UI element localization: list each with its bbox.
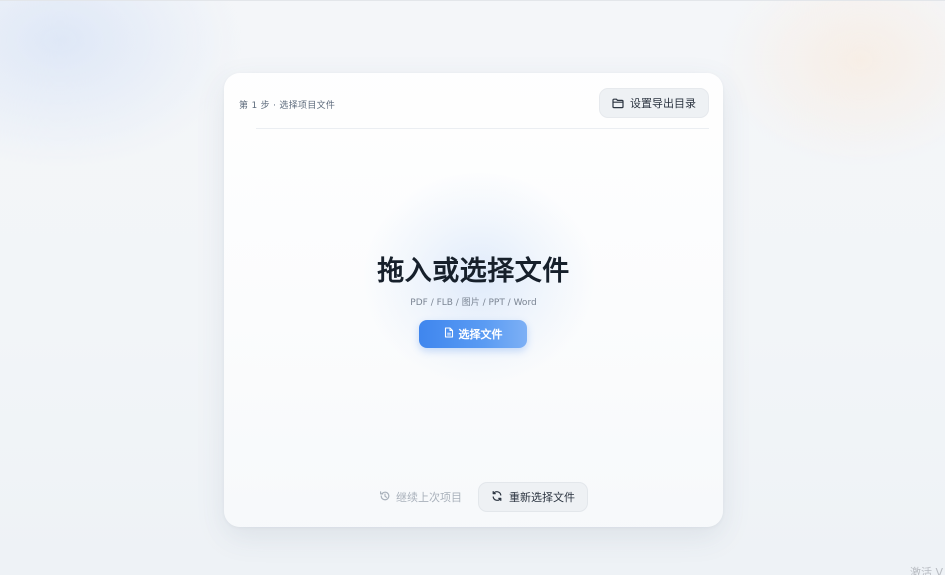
step-label: 第 1 步 · 选择项目文件 (239, 101, 336, 111)
history-icon (379, 490, 391, 505)
continue-last-project-label: 继续上次项目 (396, 491, 462, 504)
file-icon (444, 327, 454, 341)
file-select-card: 第 1 步 · 选择项目文件 设置导出目录 拖入或选择文件 PDF / FLB … (224, 73, 723, 527)
header-divider (256, 128, 709, 129)
activation-watermark: 激活 V (910, 566, 944, 575)
reselect-file-label: 重新选择文件 (509, 491, 575, 504)
set-export-dir-button[interactable]: 设置导出目录 (599, 88, 709, 118)
choose-file-label: 选择文件 (458, 328, 503, 341)
folder-icon (612, 98, 624, 109)
supported-formats: PDF / FLB / 图片 / PPT / Word (410, 298, 537, 308)
choose-file-button[interactable]: 选择文件 (419, 320, 527, 348)
reselect-file-button[interactable]: 重新选择文件 (478, 482, 588, 512)
refresh-icon (491, 490, 503, 505)
set-export-dir-label: 设置导出目录 (630, 97, 696, 110)
continue-last-project-button[interactable]: 继续上次项目 (373, 483, 468, 511)
drop-title: 拖入或选择文件 (377, 256, 570, 287)
